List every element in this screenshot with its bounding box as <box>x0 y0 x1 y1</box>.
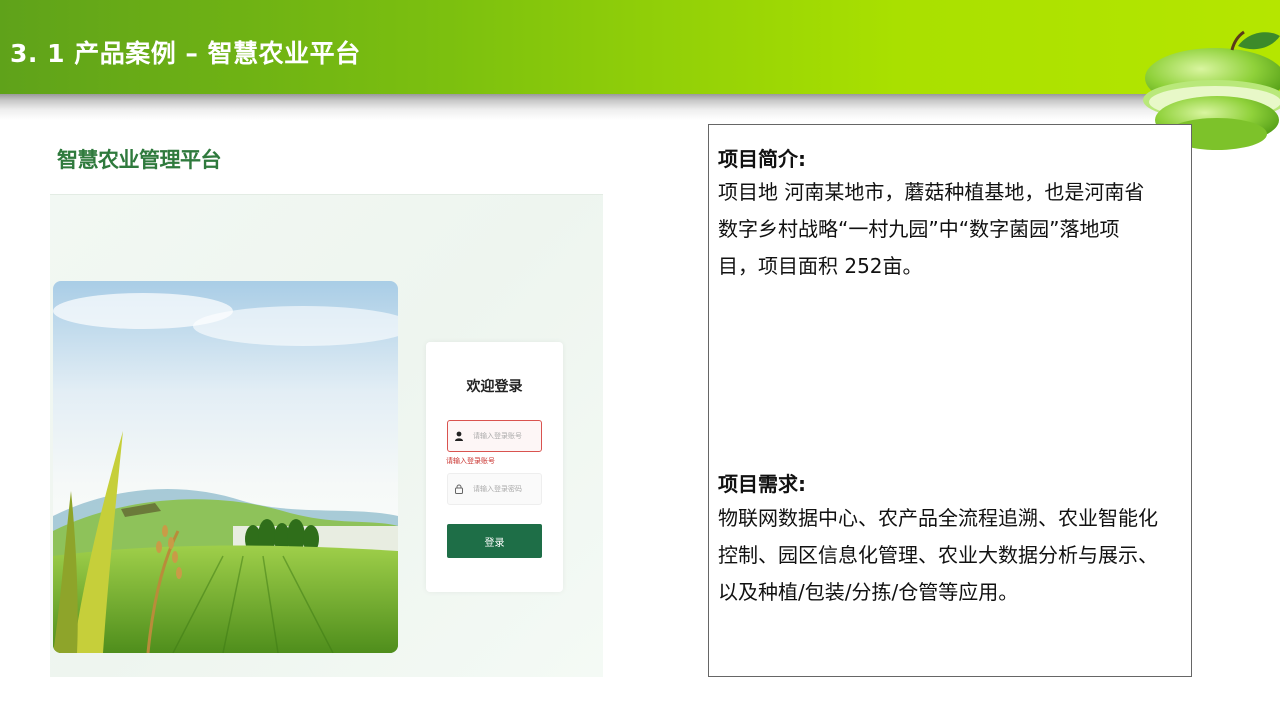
header-shadow <box>0 94 1280 120</box>
user-icon <box>454 430 464 442</box>
login-title: 欢迎登录 <box>466 379 523 395</box>
intro-text: 项目地 河南某地市，蘑菇种植基地，也是河南省 数字乡村战略“一村九园”中“数字菌… <box>718 174 1188 285</box>
farm-landscape-image <box>53 281 398 653</box>
slide-title: 3. 1 产品案例 – 智慧农业平台 <box>10 39 361 68</box>
needs-line: 以及种植/包装/分拣/仓管等应用。 <box>718 580 1019 604</box>
platform-title: 智慧农业管理平台 <box>57 148 222 172</box>
intro-line: 数字乡村战略“一村九园”中“数字菌园”落地项 <box>718 217 1120 241</box>
project-info-box: 项目简介: 项目地 河南某地市，蘑菇种植基地，也是河南省 数字乡村战略“一村九园… <box>708 124 1192 677</box>
username-error-text: 请输入登录账号 <box>446 457 495 465</box>
username-input[interactable]: 请输入登录账号 <box>447 420 542 452</box>
password-placeholder: 请输入登录密码 <box>473 485 522 493</box>
login-card: 欢迎登录 请输入登录账号 请输入登录账号 请输入登录密码 登录 <box>426 342 563 592</box>
intro-line: 项目地 河南某地市，蘑菇种植基地，也是河南省 <box>718 180 1145 204</box>
needs-text: 物联网数据中心、农产品全流程追溯、农业智能化 控制、园区信息化管理、农业大数据分… <box>718 500 1188 611</box>
slide-header: 3. 1 产品案例 – 智慧农业平台 <box>0 0 1280 94</box>
login-button[interactable]: 登录 <box>447 524 542 558</box>
platform-screenshot: 智慧农业管理平台 欢迎登录 请输入登录账号 请输入登录账号 请输入登录密码 登录 <box>50 124 603 677</box>
needs-heading: 项目需求: <box>718 472 806 496</box>
needs-line: 物联网数据中心、农产品全流程追溯、农业智能化 <box>718 506 1158 530</box>
intro-heading: 项目简介: <box>718 147 806 171</box>
intro-line: 目，项目面积 252亩。 <box>718 254 923 278</box>
login-page-background: 欢迎登录 请输入登录账号 请输入登录账号 请输入登录密码 登录 <box>50 194 603 677</box>
lock-icon <box>454 483 464 495</box>
password-input[interactable]: 请输入登录密码 <box>447 473 542 505</box>
username-placeholder: 请输入登录账号 <box>473 432 522 440</box>
needs-line: 控制、园区信息化管理、农业大数据分析与展示、 <box>718 543 1158 567</box>
